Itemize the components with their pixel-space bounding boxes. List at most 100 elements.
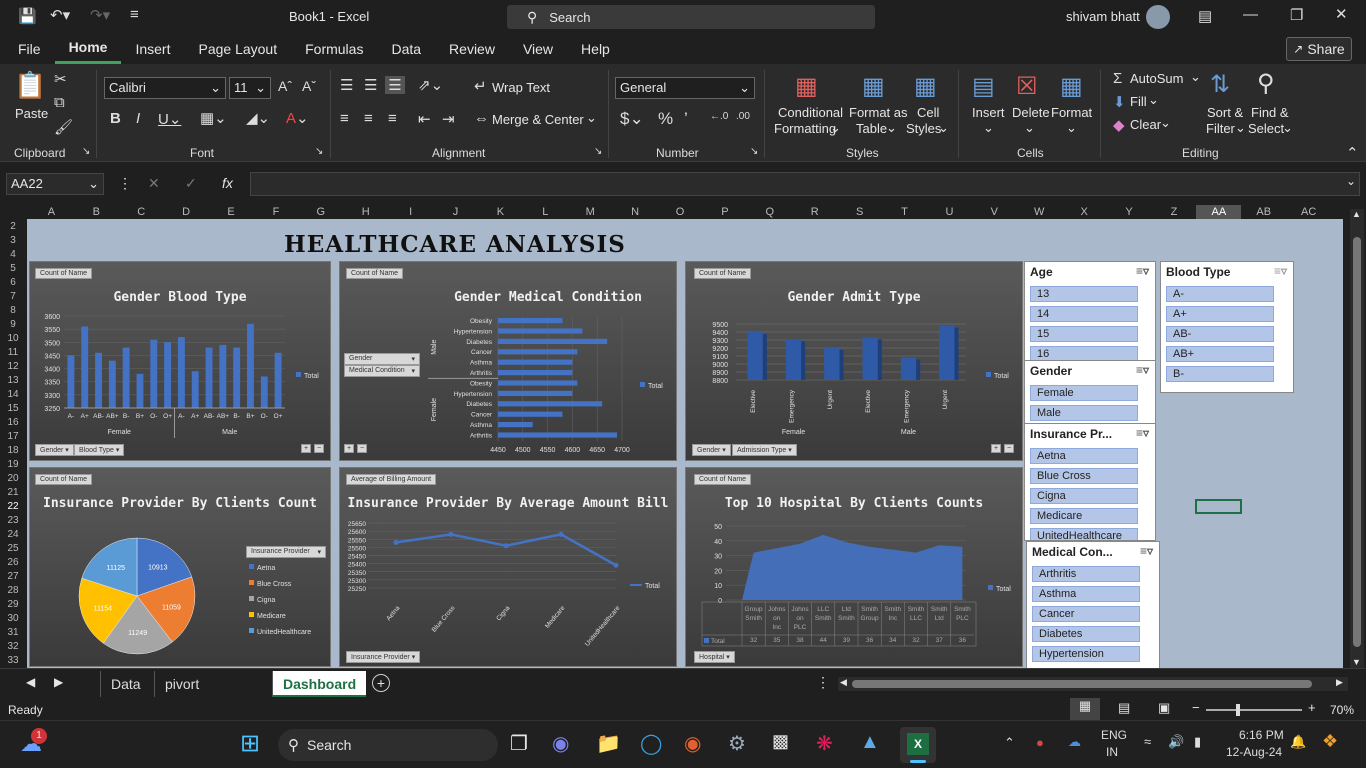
column-header[interactable]: J [433, 205, 478, 219]
cell-styles-button[interactable]: Cell [917, 105, 939, 120]
column-header[interactable]: C [119, 205, 164, 219]
conditional-formatting-button[interactable]: Conditional [778, 105, 843, 120]
slicer-item[interactable]: B- [1166, 366, 1274, 382]
collapse-ribbon-icon[interactable]: ⌃ [1346, 144, 1359, 162]
column-header[interactable]: Y [1107, 205, 1152, 219]
cancel-icon[interactable]: ✕ [148, 175, 160, 192]
row-header[interactable]: 28 [0, 585, 26, 599]
borders-icon[interactable]: ▦⌄ [200, 109, 227, 127]
clock-date[interactable]: 12-Aug-24 [1226, 745, 1282, 759]
slicer-item[interactable]: 14 [1030, 306, 1138, 322]
tray-overflow-icon[interactable]: ⌃ [1004, 735, 1015, 751]
column-header[interactable]: D [164, 205, 209, 219]
user-name[interactable]: shivam bhatt [1066, 9, 1140, 24]
align-center-icon[interactable]: ≡ [364, 110, 373, 127]
percent-icon[interactable]: % [658, 109, 673, 129]
column-header[interactable]: AB [1241, 205, 1286, 219]
clipboard-launcher-icon[interactable]: ↘ [82, 146, 90, 157]
customize-toolbar-icon[interactable]: ≡ [130, 6, 139, 23]
autosum-button[interactable]: AutoSum [1130, 71, 1183, 86]
row-header[interactable]: 18 [0, 445, 26, 459]
fill-button[interactable]: Fill [1130, 94, 1147, 109]
page-break-view-icon[interactable]: ▣ [1158, 700, 1170, 716]
row-header[interactable]: 5 [0, 263, 26, 277]
fill-icon[interactable]: ⬇ [1113, 93, 1126, 111]
slicer-item[interactable]: Female [1030, 385, 1138, 401]
wifi-icon[interactable]: ≈ [1144, 734, 1151, 749]
language-indicator[interactable]: ENG [1101, 728, 1127, 742]
underline-icon[interactable]: U⌄ [158, 110, 181, 128]
horizontal-scrollbar[interactable]: ◀ ▶ [838, 677, 1348, 691]
minimize-icon[interactable]: — [1243, 6, 1258, 23]
currency-icon[interactable]: $⌄ [620, 109, 644, 129]
gender-slicer[interactable]: Gender ≡▿ Female Male [1024, 360, 1156, 424]
prev-sheet-icon[interactable]: ◀ [26, 675, 35, 689]
column-header[interactable]: T [882, 205, 927, 219]
chart4-filter-insurance[interactable]: Insurance Provider ▾ [246, 546, 326, 558]
vertical-scrollbar[interactable]: ▲ ▼ [1350, 209, 1364, 668]
row-header[interactable]: 17 [0, 431, 26, 445]
row-header[interactable]: 21 [0, 487, 26, 501]
row-header[interactable]: 27 [0, 571, 26, 585]
menu-insert[interactable]: Insert [121, 34, 184, 64]
number-launcher-icon[interactable]: ↘ [750, 146, 758, 157]
insert-cells-button[interactable]: Insert [972, 105, 1005, 120]
insurance-avg-bill-line-chart[interactable]: Average of Billing Amount Insurance Prov… [339, 467, 677, 667]
column-header[interactable]: K [478, 205, 523, 219]
onedrive-icon[interactable]: ☁ [1068, 734, 1081, 750]
gender-medical-condition-chart[interactable]: Count of Name Gender Medical Condition 4… [339, 261, 677, 461]
menu-review[interactable]: Review [435, 34, 509, 64]
font-name-select[interactable]: Calibri ⌄ [104, 77, 226, 99]
enter-icon[interactable]: ✓ [185, 175, 197, 192]
find-select-icon[interactable]: ⚲ [1257, 69, 1275, 98]
delete-cells-icon[interactable]: ☒ [1016, 72, 1038, 101]
font-launcher-icon[interactable]: ↘ [315, 146, 323, 157]
decrease-indent-icon[interactable]: ⇤ [418, 110, 431, 128]
volume-icon[interactable]: 🔊 [1168, 734, 1184, 750]
save-icon[interactable]: 💾 [18, 7, 37, 25]
column-header[interactable]: O [658, 205, 703, 219]
menu-home[interactable]: Home [54, 34, 122, 64]
row-header[interactable]: 9 [0, 319, 26, 333]
align-right-icon[interactable]: ≡ [388, 110, 397, 127]
sort-filter-icon[interactable]: ⇅ [1210, 70, 1230, 99]
scroll-left-icon[interactable]: ◀ [840, 677, 847, 688]
comma-icon[interactable]: ’ [684, 109, 688, 129]
column-header[interactable]: Z [1152, 205, 1197, 219]
gender-blood-type-chart[interactable]: Count of Name Gender Blood Type 3250 3300… [29, 261, 331, 461]
column-header[interactable]: B [74, 205, 119, 219]
clear-filter-icon[interactable]: ≡▿ [1274, 264, 1287, 278]
chart2-filter-condition[interactable]: Medical Condition ▾ [344, 365, 420, 377]
column-header[interactable]: V [972, 205, 1017, 219]
top-hospital-area-chart[interactable]: Count of Name Top 10 Hospital By Clients… [685, 467, 1023, 667]
slicer-item[interactable]: Hypertension [1032, 646, 1140, 662]
increase-indent-icon[interactable]: ⇥ [442, 110, 455, 128]
column-header[interactable]: P [703, 205, 748, 219]
start-icon[interactable]: ⊞ [240, 729, 260, 758]
insert-cells-icon[interactable]: ▤ [972, 72, 995, 101]
cell-styles-icon[interactable]: ▦ [914, 72, 937, 101]
insert-function-icon[interactable]: fx [222, 175, 233, 191]
chart1-filter-gender[interactable]: Gender ▾ [35, 444, 74, 456]
expand-formula-icon[interactable]: ⌄ [1346, 174, 1356, 188]
sort-filter-button[interactable]: Sort & [1207, 105, 1243, 120]
increase-decimal-icon[interactable]: ←.0 [710, 111, 728, 122]
decrease-font-icon[interactable]: Aˇ [302, 78, 316, 94]
slicer-item[interactable]: Cancer [1032, 606, 1140, 622]
file-explorer-icon[interactable]: 📁 [596, 731, 621, 756]
copilot-icon[interactable]: ❖ [1322, 731, 1338, 752]
clear-icon[interactable]: ◆ [1113, 116, 1125, 134]
column-header[interactable]: Q [747, 205, 792, 219]
clear-filter-icon[interactable]: ≡▿ [1140, 544, 1153, 558]
slicer-item[interactable]: 15 [1030, 326, 1138, 342]
copy-icon[interactable]: ⧉ [54, 94, 65, 111]
menu-view[interactable]: View [509, 34, 567, 64]
slicer-item[interactable]: Aetna [1030, 448, 1138, 464]
slicer-item[interactable]: Medicare [1030, 508, 1138, 524]
row-header[interactable]: 29 [0, 599, 26, 613]
row-header[interactable]: 4 [0, 249, 26, 263]
avatar[interactable] [1146, 5, 1170, 29]
format-painter-icon[interactable]: 🖌 [54, 118, 73, 136]
font-color-icon[interactable]: A⌄ [286, 109, 309, 127]
insurance-slicer[interactable]: Insurance Pr... ≡▿ Aetna Blue Cross Cigna Me… [1024, 423, 1156, 541]
